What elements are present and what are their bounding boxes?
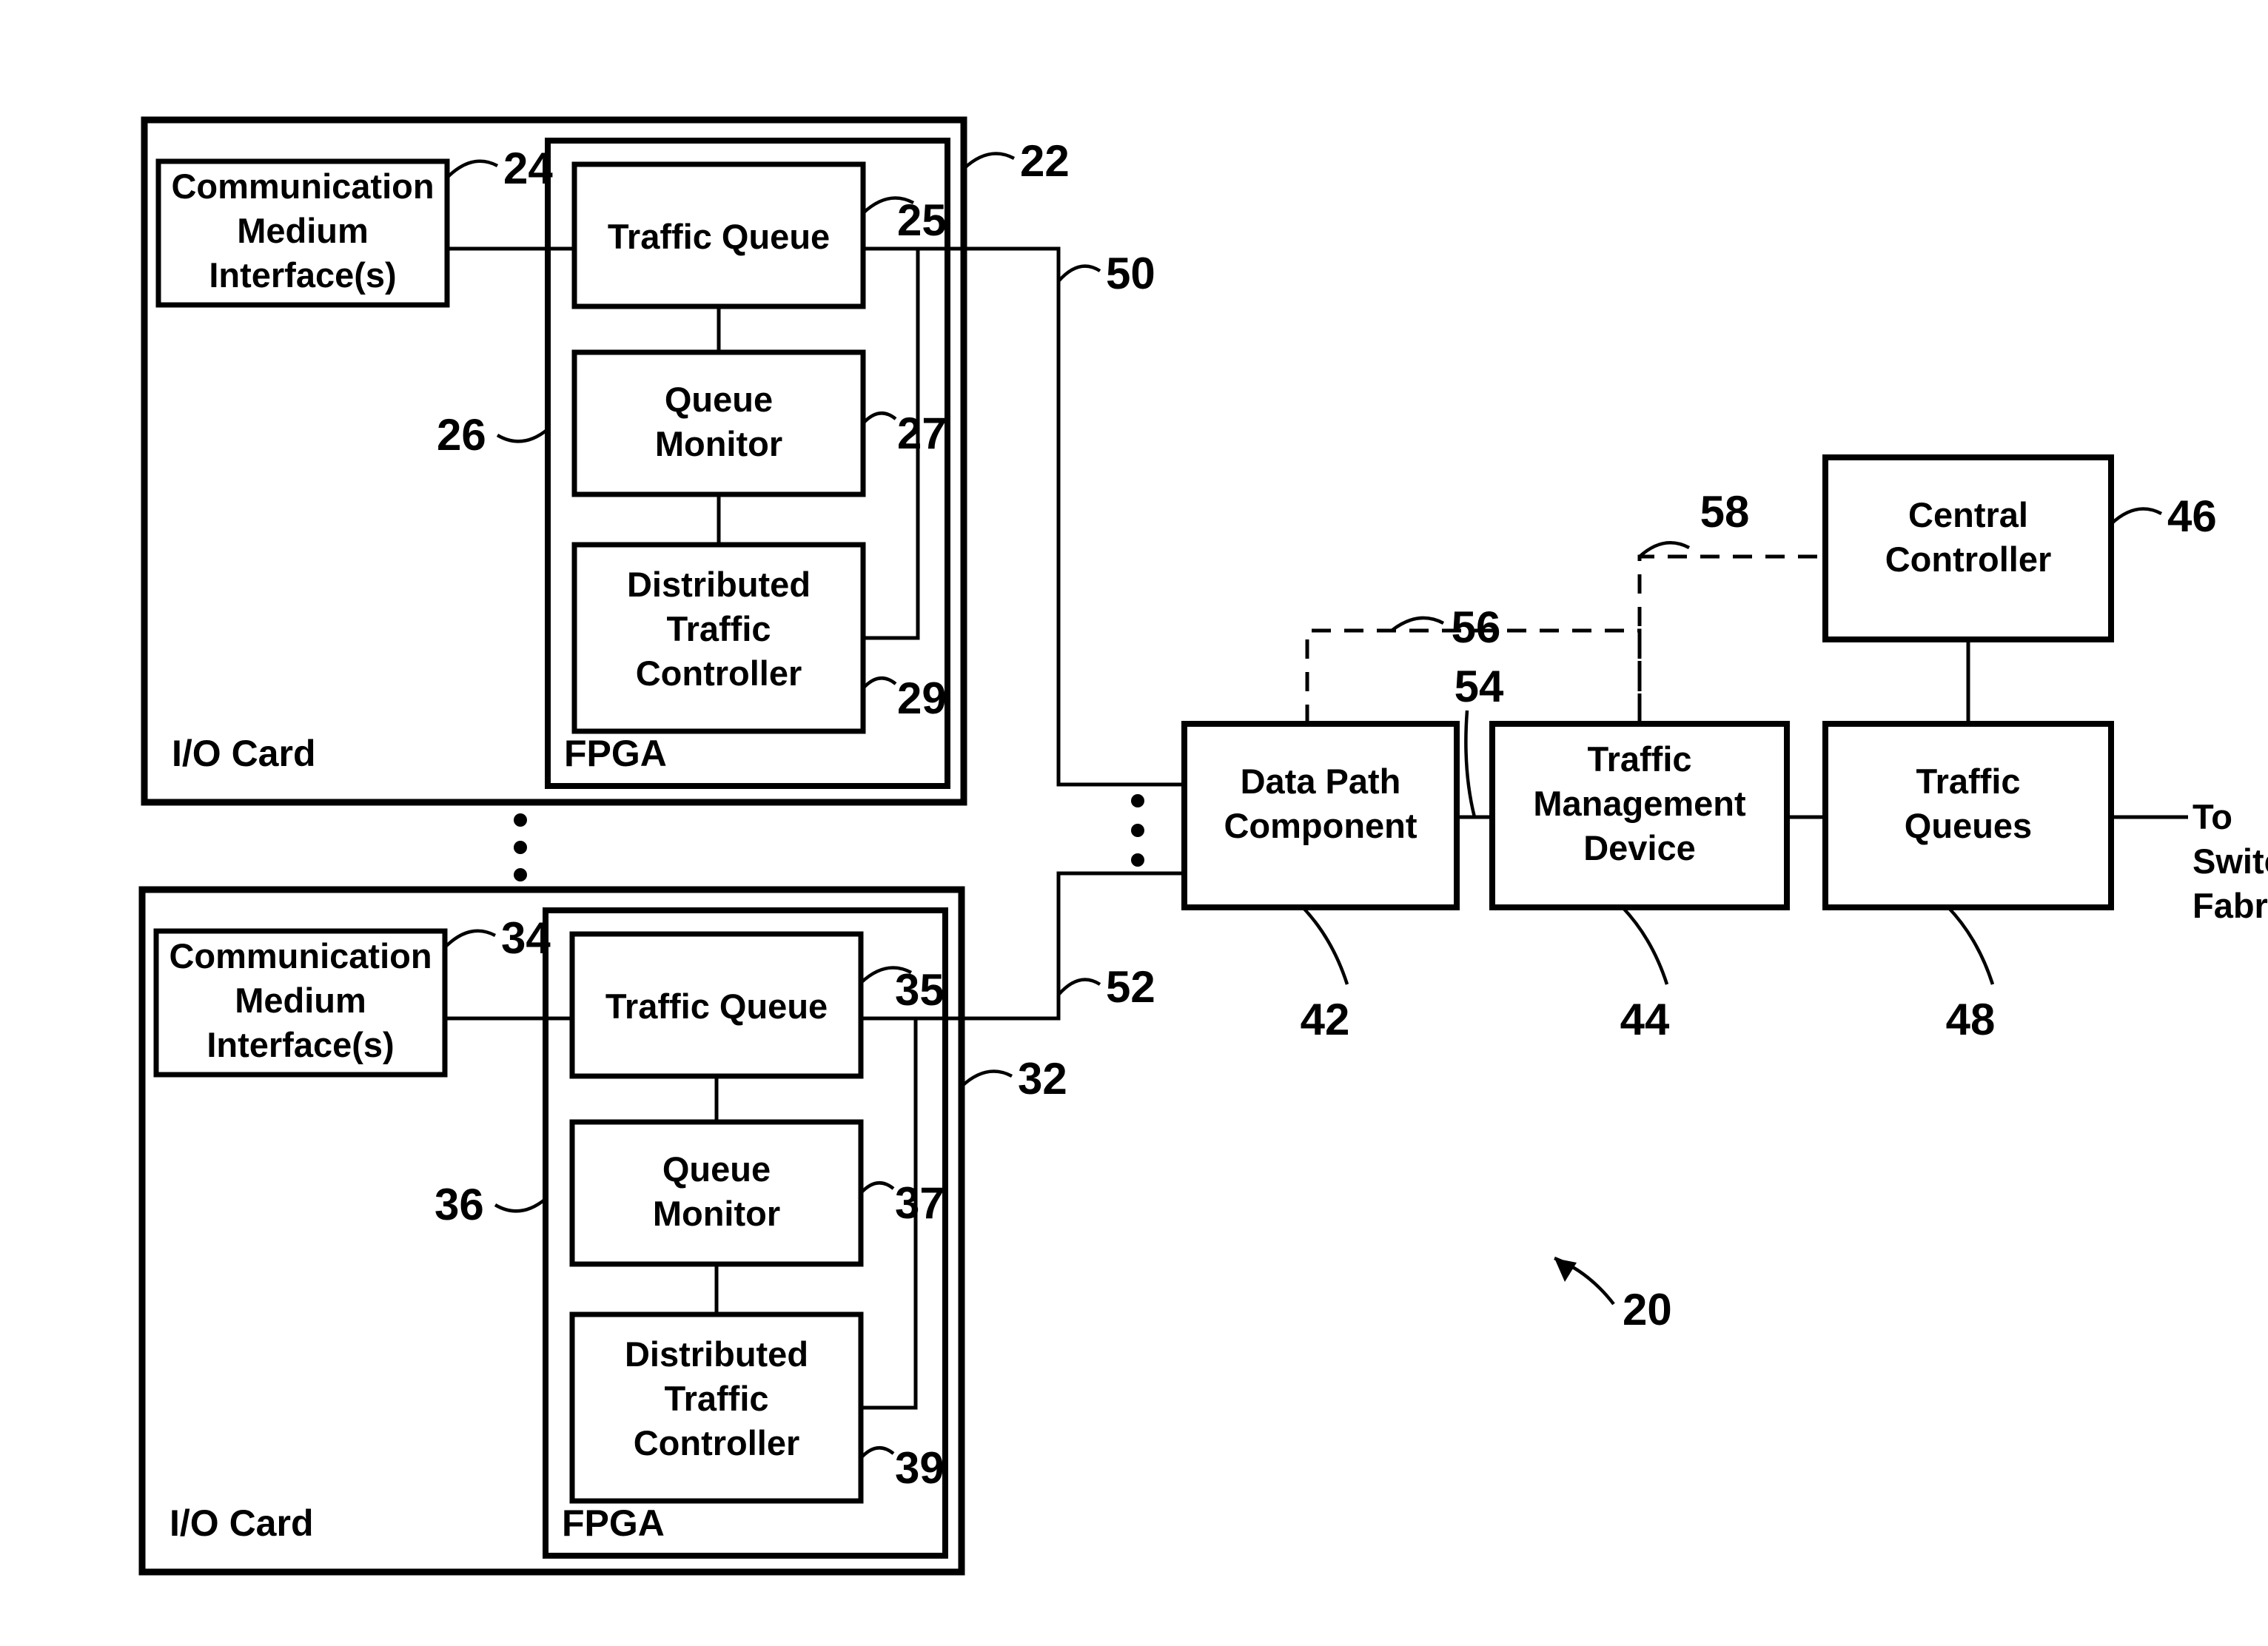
figure-callout-20: 20 [1554,1256,1672,1334]
leader-58 [1638,541,1691,558]
ref-35: 35 [895,965,945,1015]
data-path-component-line2: Component [1224,806,1417,845]
leader-44 [1621,906,1669,985]
ref-46: 46 [2167,491,2217,541]
leader-42 [1301,906,1349,985]
data-path-component-line1: Data Path [1241,762,1401,801]
egress-label-line1: To [2192,797,2232,836]
leader-54 [1464,710,1477,818]
io-card-bottom-label: I/O Card [170,1502,313,1544]
leader-56 [1390,616,1445,632]
fpga-top-label: FPGA [564,733,667,774]
patent-figure-canvas: Communication Medium Interface(s) Traffi… [0,0,2268,1646]
ref-callouts-bus: 50 52 [1057,249,1155,1012]
ellipsis-bus [1131,794,1144,867]
central-controller-line2: Controller [1885,540,2052,579]
traffic-queues-line2: Queues [1905,806,2032,845]
ref-48: 48 [1946,995,1996,1044]
io-card-top-label: I/O Card [172,733,315,774]
comm-medium-interface-bottom-line2: Medium [235,981,366,1020]
leader-46 [2110,507,2163,525]
io-card-top: Communication Medium Interface(s) Traffi… [141,116,967,806]
ellipsis-between-io-cards [514,813,527,881]
queue-monitor-top-line1: Queue [665,380,773,419]
dtc-bottom-line1: Distributed [625,1334,808,1374]
leader-48 [1947,906,1995,985]
comm-medium-interface-top-line2: Medium [237,211,369,250]
ref-54: 54 [1455,662,1504,711]
fpga-bottom-label: FPGA [562,1502,665,1544]
traffic-queues-line1: Traffic [1916,762,2020,801]
dtc-top-line3: Controller [636,654,802,693]
ref-52: 52 [1106,962,1155,1012]
comm-medium-interface-top-line3: Interface(s) [209,255,396,295]
queue-monitor-bottom-line1: Queue [662,1149,771,1189]
ref-24: 24 [503,144,553,193]
leader-32 [960,1069,1013,1088]
leader-50 [1057,264,1101,283]
traffic-management-device-line2: Management [1533,784,1746,823]
block-diagram: Communication Medium Interface(s) Traffi… [138,116,2268,1576]
ref-37: 37 [895,1178,945,1228]
ref-39: 39 [895,1443,945,1493]
dtc-top-line2: Traffic [666,609,771,648]
control-path-58 [1637,554,1825,724]
queue-monitor-bottom-line2: Monitor [653,1194,780,1233]
ref-22: 22 [1020,136,1070,186]
queue-monitor-top-box [571,349,866,497]
traffic-queue-bottom-label: Traffic Queue [605,987,828,1026]
ref-29: 29 [897,673,947,723]
arrowhead-20 [1554,1258,1577,1282]
dtc-bottom-line3: Controller [634,1423,800,1462]
dtc-bottom-line2: Traffic [664,1379,768,1418]
traffic-queue-top-label: Traffic Queue [608,217,830,256]
ref-42: 42 [1301,995,1350,1044]
ref-20: 20 [1623,1285,1672,1334]
ref-44: 44 [1620,995,1670,1044]
ref-58: 58 [1700,487,1750,537]
ref-36: 36 [435,1180,484,1229]
ref-56: 56 [1452,602,1501,652]
leader-52 [1057,978,1101,996]
queue-monitor-bottom-box [569,1119,864,1267]
traffic-management-device-line1: Traffic [1587,739,1691,779]
egress-label-line3: Fabric [2192,886,2268,925]
comm-medium-interface-top-line1: Communication [171,167,434,206]
comm-medium-interface-bottom-line3: Interface(s) [207,1025,394,1064]
traffic-management-device-line3: Device [1583,828,1696,867]
ref-32: 32 [1018,1054,1067,1104]
ref-34: 34 [501,913,551,963]
dtc-top-line1: Distributed [627,565,811,604]
central-controller-line1: Central [1908,495,2028,534]
comm-medium-interface-bottom-line1: Communication [169,936,432,975]
queue-monitor-top-line2: Monitor [655,424,782,463]
io-card-bottom: Communication Medium Interface(s) Traffi… [138,886,965,1576]
ref-26: 26 [437,410,486,460]
leader-22 [962,152,1016,170]
ref-25: 25 [897,195,947,245]
ref-27: 27 [897,409,947,458]
egress-label-line2: Switch [2192,842,2268,881]
ref-50: 50 [1106,249,1155,298]
